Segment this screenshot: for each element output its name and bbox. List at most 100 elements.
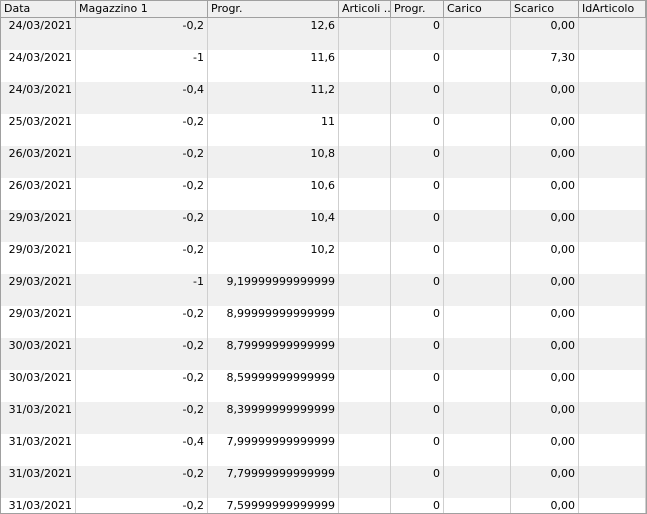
cell-articoli[interactable]	[339, 338, 391, 370]
cell-idarticolo[interactable]	[579, 498, 646, 513]
cell-magazzino[interactable]: -0,2	[76, 338, 208, 370]
cell-idarticolo[interactable]	[579, 274, 646, 306]
cell-idarticolo[interactable]	[579, 18, 646, 50]
table-row[interactable]: 29/03/2021 -1 9,19999999999999 0 0,00	[1, 274, 646, 306]
cell-idarticolo[interactable]	[579, 114, 646, 146]
cell-data[interactable]: 29/03/2021	[1, 306, 76, 338]
cell-idarticolo[interactable]	[579, 466, 646, 498]
cell-data[interactable]: 24/03/2021	[1, 82, 76, 114]
cell-progr[interactable]: 8,79999999999999	[208, 338, 339, 370]
table-row[interactable]: 31/03/2021 -0,2 7,59999999999999 0 0,00	[1, 498, 646, 513]
cell-progr-2[interactable]: 0	[391, 402, 444, 434]
cell-magazzino[interactable]: -1	[76, 274, 208, 306]
table-row[interactable]: 26/03/2021 -0,2 10,6 0 0,00	[1, 178, 646, 210]
cell-magazzino[interactable]: -0,2	[76, 370, 208, 402]
cell-scarico[interactable]: 0,00	[511, 178, 579, 210]
cell-articoli[interactable]	[339, 146, 391, 178]
cell-magazzino[interactable]: -0,2	[76, 18, 208, 50]
table-row[interactable]: 29/03/2021 -0,2 10,2 0 0,00	[1, 242, 646, 274]
cell-carico[interactable]	[444, 306, 511, 338]
cell-data[interactable]: 24/03/2021	[1, 50, 76, 82]
cell-carico[interactable]	[444, 210, 511, 242]
cell-idarticolo[interactable]	[579, 434, 646, 466]
cell-data[interactable]: 31/03/2021	[1, 434, 76, 466]
cell-magazzino[interactable]: -1	[76, 50, 208, 82]
cell-articoli[interactable]	[339, 114, 391, 146]
cell-articoli[interactable]	[339, 178, 391, 210]
cell-idarticolo[interactable]	[579, 242, 646, 274]
cell-progr-2[interactable]: 0	[391, 82, 444, 114]
column-header-scarico[interactable]: Scarico	[511, 1, 579, 17]
table-row[interactable]: 29/03/2021 -0,2 10,4 0 0,00	[1, 210, 646, 242]
cell-carico[interactable]	[444, 242, 511, 274]
cell-articoli[interactable]	[339, 210, 391, 242]
cell-carico[interactable]	[444, 434, 511, 466]
cell-progr-2[interactable]: 0	[391, 210, 444, 242]
cell-progr[interactable]: 8,39999999999999	[208, 402, 339, 434]
cell-idarticolo[interactable]	[579, 50, 646, 82]
cell-carico[interactable]	[444, 178, 511, 210]
cell-magazzino[interactable]: -0,2	[76, 178, 208, 210]
cell-progr[interactable]: 10,6	[208, 178, 339, 210]
cell-data[interactable]: 29/03/2021	[1, 242, 76, 274]
cell-scarico[interactable]: 7,30	[511, 50, 579, 82]
cell-data[interactable]: 31/03/2021	[1, 402, 76, 434]
column-header-progr[interactable]: Progr.	[208, 1, 339, 17]
cell-magazzino[interactable]: -0,2	[76, 498, 208, 513]
column-header-progr-2[interactable]: Progr.	[391, 1, 444, 17]
cell-articoli[interactable]	[339, 50, 391, 82]
cell-magazzino[interactable]: -0,2	[76, 114, 208, 146]
cell-idarticolo[interactable]	[579, 402, 646, 434]
cell-carico[interactable]	[444, 338, 511, 370]
cell-articoli[interactable]	[339, 242, 391, 274]
cell-scarico[interactable]: 0,00	[511, 114, 579, 146]
cell-idarticolo[interactable]	[579, 210, 646, 242]
cell-carico[interactable]	[444, 114, 511, 146]
cell-articoli[interactable]	[339, 402, 391, 434]
table-row[interactable]: 30/03/2021 -0,2 8,79999999999999 0 0,00	[1, 338, 646, 370]
cell-magazzino[interactable]: -0,2	[76, 306, 208, 338]
cell-progr-2[interactable]: 0	[391, 242, 444, 274]
cell-idarticolo[interactable]	[579, 370, 646, 402]
cell-magazzino[interactable]: -0,2	[76, 210, 208, 242]
cell-articoli[interactable]	[339, 82, 391, 114]
cell-articoli[interactable]	[339, 18, 391, 50]
cell-data[interactable]: 24/03/2021	[1, 18, 76, 50]
cell-magazzino[interactable]: -0,4	[76, 434, 208, 466]
cell-magazzino[interactable]: -0,2	[76, 146, 208, 178]
cell-carico[interactable]	[444, 146, 511, 178]
cell-data[interactable]: 29/03/2021	[1, 210, 76, 242]
cell-progr-2[interactable]: 0	[391, 434, 444, 466]
table-row[interactable]: 24/03/2021 -1 11,6 0 7,30	[1, 50, 646, 82]
cell-magazzino[interactable]: -0,2	[76, 402, 208, 434]
cell-scarico[interactable]: 0,00	[511, 242, 579, 274]
cell-progr-2[interactable]: 0	[391, 466, 444, 498]
cell-progr[interactable]: 12,6	[208, 18, 339, 50]
data-grid[interactable]: Data Magazzino 1 Progr. Articoli ... Pro…	[0, 0, 647, 514]
cell-carico[interactable]	[444, 498, 511, 513]
cell-idarticolo[interactable]	[579, 306, 646, 338]
cell-scarico[interactable]: 0,00	[511, 82, 579, 114]
column-header-articoli[interactable]: Articoli ...	[339, 1, 391, 17]
cell-scarico[interactable]: 0,00	[511, 274, 579, 306]
table-row[interactable]: 31/03/2021 -0,4 7,99999999999999 0 0,00	[1, 434, 646, 466]
cell-scarico[interactable]: 0,00	[511, 370, 579, 402]
cell-progr-2[interactable]: 0	[391, 18, 444, 50]
cell-progr[interactable]: 8,59999999999999	[208, 370, 339, 402]
cell-articoli[interactable]	[339, 370, 391, 402]
cell-data[interactable]: 26/03/2021	[1, 178, 76, 210]
cell-idarticolo[interactable]	[579, 82, 646, 114]
cell-scarico[interactable]: 0,00	[511, 434, 579, 466]
column-header-carico[interactable]: Carico	[444, 1, 511, 17]
cell-carico[interactable]	[444, 18, 511, 50]
cell-scarico[interactable]: 0,00	[511, 402, 579, 434]
cell-articoli[interactable]	[339, 306, 391, 338]
cell-progr[interactable]: 11,6	[208, 50, 339, 82]
cell-carico[interactable]	[444, 274, 511, 306]
table-row[interactable]: 31/03/2021 -0,2 7,79999999999999 0 0,00	[1, 466, 646, 498]
cell-scarico[interactable]: 0,00	[511, 146, 579, 178]
cell-articoli[interactable]	[339, 274, 391, 306]
cell-progr-2[interactable]: 0	[391, 338, 444, 370]
cell-progr[interactable]: 11,2	[208, 82, 339, 114]
cell-magazzino[interactable]: -0,2	[76, 242, 208, 274]
